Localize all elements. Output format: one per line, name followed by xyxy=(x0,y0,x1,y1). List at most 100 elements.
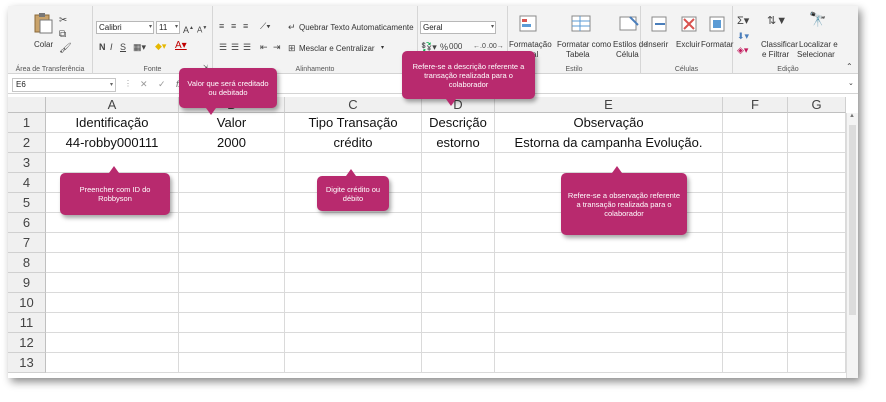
cell-B7[interactable] xyxy=(179,233,285,253)
cell-G12[interactable] xyxy=(788,333,846,353)
cell-B12[interactable] xyxy=(179,333,285,353)
copy-icon[interactable]: ⧉ xyxy=(59,30,66,40)
cell-C11[interactable] xyxy=(285,313,422,333)
align-right-icon[interactable]: ☰ xyxy=(243,42,251,52)
cell-B2[interactable]: 2000 xyxy=(179,133,285,153)
cell-A10[interactable] xyxy=(46,293,179,313)
sort-filter-icon[interactable]: ⇅▼ xyxy=(767,16,787,27)
cell-C2[interactable]: crédito xyxy=(285,133,422,153)
cell-styles-icon[interactable] xyxy=(618,14,640,34)
italic-button[interactable]: I xyxy=(110,42,113,52)
cell-G5[interactable] xyxy=(788,193,846,213)
cell-G7[interactable] xyxy=(788,233,846,253)
align-top-icon[interactable]: ≡ xyxy=(219,21,224,31)
cell-C8[interactable] xyxy=(285,253,422,273)
font-size-select[interactable]: 11 ▾ xyxy=(156,21,180,34)
cell-F10[interactable] xyxy=(723,293,788,313)
column-header-A[interactable]: A xyxy=(46,97,179,113)
cell-B13[interactable] xyxy=(179,353,285,373)
align-center-icon[interactable]: ☰ xyxy=(231,42,239,52)
cell-F4[interactable] xyxy=(723,173,788,193)
cell-A11[interactable] xyxy=(46,313,179,333)
column-header-C[interactable]: C xyxy=(285,97,422,113)
format-as-table-label[interactable]: Formatar como xyxy=(557,40,611,49)
cell-E13[interactable] xyxy=(495,353,723,373)
cell-D7[interactable] xyxy=(422,233,495,253)
cell-F5[interactable] xyxy=(723,193,788,213)
cell-C9[interactable] xyxy=(285,273,422,293)
cell-C10[interactable] xyxy=(285,293,422,313)
increase-indent-icon[interactable]: ⇥ xyxy=(273,42,281,52)
delete-cells-icon[interactable] xyxy=(679,14,701,34)
cell-A7[interactable] xyxy=(46,233,179,253)
cell-E10[interactable] xyxy=(495,293,723,313)
expand-formula-bar-icon[interactable]: ⌄ xyxy=(848,79,854,87)
cell-A1[interactable]: Identificação xyxy=(46,113,179,133)
paste-icon[interactable] xyxy=(32,12,54,34)
align-middle-icon[interactable]: ≡ xyxy=(231,21,236,31)
cell-C13[interactable] xyxy=(285,353,422,373)
merge-dropdown-icon[interactable]: ▾ xyxy=(381,44,384,51)
cell-G9[interactable] xyxy=(788,273,846,293)
cut-icon[interactable]: ✂ xyxy=(59,16,67,26)
wrap-text-button[interactable]: Quebrar Texto Automaticamente xyxy=(299,23,414,32)
format-as-table-label-2[interactable]: Tabela xyxy=(566,50,590,59)
cell-C7[interactable] xyxy=(285,233,422,253)
cell-A8[interactable] xyxy=(46,253,179,273)
bold-button[interactable]: N xyxy=(99,42,106,52)
cell-G11[interactable] xyxy=(788,313,846,333)
row-header-12[interactable]: 12 xyxy=(8,333,46,353)
cell-B10[interactable] xyxy=(179,293,285,313)
cell-F3[interactable] xyxy=(723,153,788,173)
cell-F8[interactable] xyxy=(723,253,788,273)
row-header-5[interactable]: 5 xyxy=(8,193,46,213)
cell-G6[interactable] xyxy=(788,213,846,233)
column-header-G[interactable]: G xyxy=(788,97,846,113)
cell-D4[interactable] xyxy=(422,173,495,193)
paste-label[interactable]: Colar xyxy=(34,40,53,49)
cell-D10[interactable] xyxy=(422,293,495,313)
cell-E3[interactable] xyxy=(495,153,723,173)
cell-C6[interactable] xyxy=(285,213,422,233)
vertical-scrollbar[interactable]: ▲ xyxy=(846,113,858,378)
font-name-select[interactable]: Calibri ▾ xyxy=(96,21,154,34)
clear-icon[interactable]: ◈▾ xyxy=(737,45,748,55)
fill-color-icon[interactable]: ◆▾ xyxy=(155,41,166,51)
cell-A9[interactable] xyxy=(46,273,179,293)
cell-B4[interactable] xyxy=(179,173,285,193)
cell-F2[interactable] xyxy=(723,133,788,153)
format-label[interactable]: Formatar xyxy=(701,40,733,49)
row-header-11[interactable]: 11 xyxy=(8,313,46,333)
cell-D12[interactable] xyxy=(422,333,495,353)
cell-F12[interactable] xyxy=(723,333,788,353)
cell-B1[interactable]: Valor xyxy=(179,113,285,133)
row-header-10[interactable]: 10 xyxy=(8,293,46,313)
scroll-thumb[interactable] xyxy=(849,125,856,315)
conditional-formatting-icon[interactable] xyxy=(518,14,540,34)
number-format-select[interactable]: Geral ▾ xyxy=(420,21,496,34)
cell-G8[interactable] xyxy=(788,253,846,273)
column-header-E[interactable]: E xyxy=(495,97,723,113)
format-painter-icon[interactable]: 🖌 xyxy=(59,44,72,54)
cell-B5[interactable] xyxy=(179,193,285,213)
cell-E1[interactable]: Observação xyxy=(495,113,723,133)
name-box[interactable]: E6 ▾ xyxy=(12,78,116,92)
cell-E12[interactable] xyxy=(495,333,723,353)
cell-D5[interactable] xyxy=(422,193,495,213)
cell-B8[interactable] xyxy=(179,253,285,273)
cell-E11[interactable] xyxy=(495,313,723,333)
font-color-icon[interactable]: A▾ xyxy=(175,41,187,51)
row-header-13[interactable]: 13 xyxy=(8,353,46,373)
cell-G13[interactable] xyxy=(788,353,846,373)
insert-cells-icon[interactable] xyxy=(649,14,671,34)
find-select-icon[interactable]: 🔭 xyxy=(809,12,826,26)
cell-F9[interactable] xyxy=(723,273,788,293)
format-as-table-icon[interactable] xyxy=(570,14,592,34)
cell-styles-label-2[interactable]: Célula xyxy=(616,50,639,59)
cell-G2[interactable] xyxy=(788,133,846,153)
cell-A13[interactable] xyxy=(46,353,179,373)
cell-E8[interactable] xyxy=(495,253,723,273)
cell-F1[interactable] xyxy=(723,113,788,133)
cell-D2[interactable]: estorno xyxy=(422,133,495,153)
column-header-D[interactable]: D xyxy=(422,97,495,113)
